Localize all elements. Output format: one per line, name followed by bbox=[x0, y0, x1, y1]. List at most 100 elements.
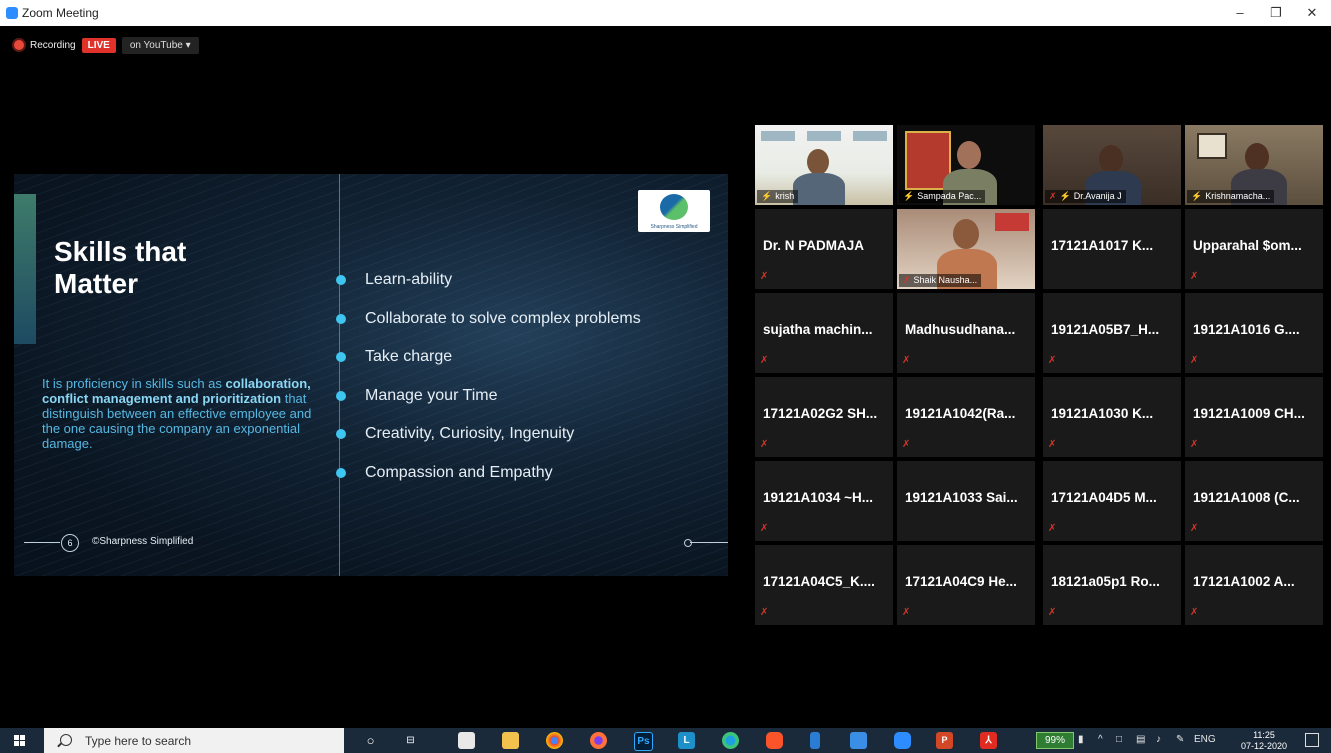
start-button[interactable] bbox=[0, 728, 40, 753]
participant-tile[interactable]: 19121A1034 ~H... ✗ bbox=[755, 461, 893, 541]
clock-time: 11:25 bbox=[1253, 730, 1275, 740]
video-tile-avanija[interactable]: ✗ ⚡ Dr.Avanija J bbox=[1043, 125, 1181, 205]
participant-name-label: ⚡ Krishnamacha... bbox=[1187, 190, 1275, 203]
participant-tile[interactable]: sujatha machin... ✗ bbox=[755, 293, 893, 373]
participant-tile[interactable]: Dr. N PADMAJA ✗ bbox=[755, 209, 893, 289]
chevron-up-icon[interactable]: ^ bbox=[1098, 734, 1103, 745]
participant-name: 19121A05B7_H... bbox=[1051, 322, 1160, 337]
video-tile-shaik[interactable]: ✗ Shaik Nausha... bbox=[897, 209, 1035, 289]
muted-mic-icon: ✗ bbox=[760, 439, 769, 450]
participant-tile[interactable]: 19121A05B7_H... ✗ bbox=[1043, 293, 1181, 373]
language-indicator[interactable]: ENG bbox=[1194, 734, 1216, 745]
participant-tile[interactable]: 19121A1030 K... ✗ bbox=[1043, 377, 1181, 457]
muted-mic-icon: ✗ bbox=[760, 607, 769, 618]
maximize-button[interactable]: ❐ bbox=[1258, 3, 1294, 23]
participant-tile[interactable]: 19121A1008 (C... ✗ bbox=[1185, 461, 1323, 541]
muted-mic-icon: ✗ bbox=[902, 355, 911, 366]
live-badge[interactable]: LIVE bbox=[81, 37, 116, 53]
participant-tile[interactable]: 17121A04D5 M... ✗ bbox=[1043, 461, 1181, 541]
participant-tile[interactable]: 19121A1033 Sai... bbox=[897, 461, 1035, 541]
participant-tile[interactable]: 18121a05p1 Ro... ✗ bbox=[1043, 545, 1181, 625]
pin-icon: ⚡ bbox=[1059, 191, 1071, 201]
minimize-button[interactable]: – bbox=[1222, 3, 1258, 23]
slide-description: It is proficiency in skills such as coll… bbox=[42, 376, 312, 451]
app-l-icon[interactable]: L bbox=[678, 732, 695, 749]
participant-name: 19121A1042(Ra... bbox=[905, 406, 1016, 421]
muted-mic-icon: ✗ bbox=[760, 271, 769, 282]
participant-name: 17121A04D5 M... bbox=[1051, 490, 1157, 505]
network-icon[interactable]: ▤ bbox=[1136, 734, 1145, 745]
notification-icon[interactable] bbox=[1305, 733, 1319, 747]
footer-line bbox=[24, 542, 60, 543]
edge-icon[interactable] bbox=[722, 732, 739, 749]
photoshop-icon[interactable]: Ps bbox=[634, 732, 653, 751]
pen-icon[interactable]: ✎ bbox=[1176, 734, 1184, 745]
slide-accent-bar bbox=[14, 194, 36, 344]
file-explorer-icon[interactable] bbox=[502, 732, 519, 749]
taskbar-search[interactable]: Type here to search bbox=[44, 728, 344, 753]
document-icon[interactable] bbox=[810, 732, 820, 749]
recording-bar: Recording LIVE on YouTube ▾ bbox=[14, 35, 199, 55]
store-icon[interactable] bbox=[458, 732, 475, 749]
firefox-icon[interactable] bbox=[590, 732, 607, 749]
livestream-dropdown[interactable]: on YouTube ▾ bbox=[121, 36, 199, 54]
cortana-icon[interactable]: ○ bbox=[362, 732, 379, 749]
device-icon[interactable]: □ bbox=[1116, 734, 1122, 745]
participant-name: 19121A1033 Sai... bbox=[905, 490, 1018, 505]
participant-name-label: ⚡ krish bbox=[757, 190, 799, 203]
window-title: Zoom Meeting bbox=[22, 6, 99, 20]
zoom-icon[interactable] bbox=[894, 732, 911, 749]
slide-title-line1: Skills that bbox=[54, 236, 187, 267]
bullet-dot-icon bbox=[336, 390, 346, 401]
participant-tile[interactable]: 17121A1002 A... ✗ bbox=[1185, 545, 1323, 625]
participant-name: 17121A04C9 He... bbox=[905, 574, 1017, 589]
search-icon bbox=[60, 734, 72, 746]
participant-tile[interactable]: 17121A02G2 SH... ✗ bbox=[755, 377, 893, 457]
participant-tile[interactable]: Upparahal $om... ✗ bbox=[1185, 209, 1323, 289]
recording-icon bbox=[14, 40, 24, 50]
pin-icon: ⚡ bbox=[761, 191, 773, 201]
acrobat-icon[interactable]: ⅄ bbox=[980, 732, 997, 749]
video-tile-krish[interactable]: ⚡ krish bbox=[755, 125, 893, 205]
participant-tile[interactable]: 17121A04C5_K.... ✗ bbox=[755, 545, 893, 625]
battery-percentage[interactable]: 99% bbox=[1036, 732, 1074, 749]
video-tile-sampada[interactable]: ⚡ Sampada Pac... bbox=[897, 125, 1035, 205]
footer-line bbox=[690, 542, 728, 543]
participant-name: 17121A02G2 SH... bbox=[763, 406, 878, 421]
task-view-icon[interactable]: ⊟ bbox=[402, 732, 419, 749]
participant-name: 17121A1017 K... bbox=[1051, 238, 1154, 253]
participant-tile[interactable]: 17121A1017 K... bbox=[1043, 209, 1181, 289]
close-button[interactable]: ✕ bbox=[1294, 3, 1330, 23]
mail-icon[interactable] bbox=[850, 732, 867, 749]
bullet-dot-icon bbox=[336, 467, 346, 478]
pin-icon: ⚡ bbox=[1191, 191, 1203, 201]
taskbar-clock[interactable]: 11:25 07-12-2020 bbox=[1236, 728, 1292, 752]
slide-title-line2: Matter bbox=[54, 268, 139, 299]
powerpoint-icon[interactable]: P bbox=[936, 732, 953, 749]
participant-tile[interactable]: 17121A04C9 He... ✗ bbox=[897, 545, 1035, 625]
muted-mic-icon: ✗ bbox=[1048, 439, 1057, 450]
chrome-icon[interactable] bbox=[546, 732, 563, 749]
participant-name: 17121A04C5_K.... bbox=[763, 574, 875, 589]
video-tile-krishnamacharyulu[interactable]: ⚡ Krishnamacha... bbox=[1185, 125, 1323, 205]
participant-name: 19121A1030 K... bbox=[1051, 406, 1154, 421]
power-plug-icon: ▮ bbox=[1078, 734, 1084, 745]
muted-mic-icon: ✗ bbox=[903, 275, 911, 285]
logo-icon bbox=[660, 194, 688, 220]
slide-description-text1: It is proficiency in skills such as bbox=[42, 376, 222, 391]
slide-bullet: Learn-ability bbox=[336, 268, 641, 307]
brave-icon[interactable] bbox=[766, 732, 783, 749]
zoom-app-icon bbox=[6, 7, 18, 19]
participant-tile[interactable]: 19121A1042(Ra... ✗ bbox=[897, 377, 1035, 457]
participant-tile[interactable]: Madhusudhana... ✗ bbox=[897, 293, 1035, 373]
participant-tile[interactable]: 19121A1016 G.... ✗ bbox=[1185, 293, 1323, 373]
windows-icon bbox=[14, 735, 25, 746]
muted-mic-icon: ✗ bbox=[1190, 271, 1199, 282]
participant-tile[interactable]: 19121A1009 CH... ✗ bbox=[1185, 377, 1323, 457]
slide-bullet: Creativity, Curiosity, Ingenuity bbox=[336, 422, 641, 461]
recording-label: Recording bbox=[30, 39, 76, 51]
slide-bullet: Collaborate to solve complex problems bbox=[336, 307, 641, 346]
participant-name: 19121A1008 (C... bbox=[1193, 490, 1300, 505]
volume-icon[interactable]: ♪ bbox=[1156, 734, 1161, 745]
muted-mic-icon: ✗ bbox=[760, 523, 769, 534]
